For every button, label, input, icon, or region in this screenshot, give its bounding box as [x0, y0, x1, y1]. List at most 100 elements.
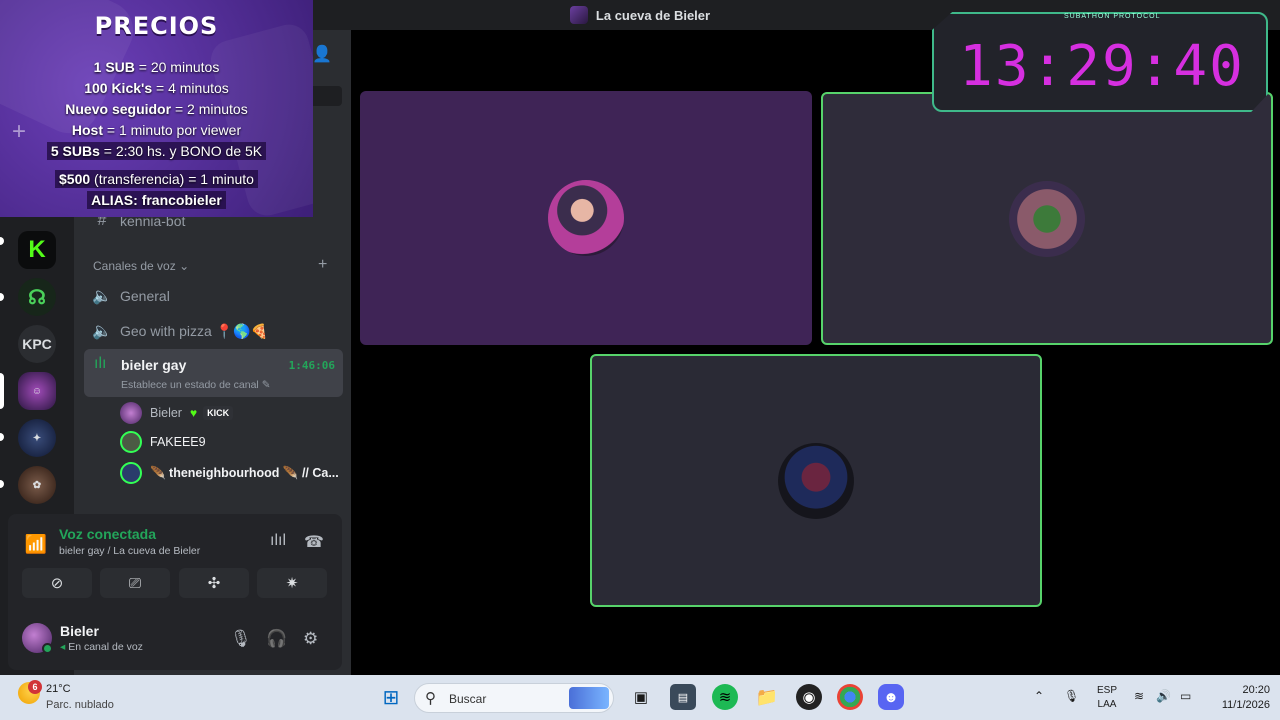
unread-pill: [0, 480, 4, 488]
subathon-time: 13:29:40: [959, 34, 1245, 99]
server-kpc[interactable]: KPC: [18, 325, 56, 363]
voice-status-icon: ◂: [60, 641, 66, 653]
notification-badge: 6: [28, 680, 42, 694]
wifi-icon[interactable]: ≋: [1134, 689, 1144, 703]
noise-suppression-icon[interactable]: ılıl: [270, 532, 286, 550]
server-bieler[interactable]: ☺: [18, 372, 56, 410]
headphones-icon[interactable]: 🎧: [266, 629, 287, 649]
app-icon[interactable]: ▤: [670, 684, 696, 710]
server-item[interactable]: ✦: [18, 419, 56, 457]
member-name: Bieler: [150, 406, 182, 420]
spotify-icon[interactable]: ≋: [712, 684, 738, 710]
participant-tile-speaking[interactable]: [821, 92, 1273, 345]
user-status: ◂ En canal de voz: [60, 641, 143, 653]
alien-icon: ☊: [28, 286, 46, 309]
camera-off-icon: ⊘: [50, 575, 64, 592]
taskbar-search[interactable]: ⚲ Buscar: [414, 683, 614, 713]
heart-icon: ♥: [189, 406, 198, 420]
weather-desc[interactable]: Parc. nublado: [46, 699, 114, 711]
taskbar-clock[interactable]: 20:20 11/1/2026: [1198, 683, 1270, 713]
avatar: [1009, 180, 1085, 257]
server-kick[interactable]: K: [18, 231, 56, 269]
soundboard-button[interactable]: ✷: [257, 568, 327, 598]
unread-pill: [0, 237, 4, 245]
user-name[interactable]: Bieler: [60, 623, 99, 639]
windows-start-icon[interactable]: ⊞: [378, 684, 404, 710]
clock-date: 11/1/2026: [1221, 699, 1270, 711]
server-avatar-icon: [569, 6, 588, 24]
participant-tile[interactable]: [360, 91, 812, 345]
prices-overlay: + PRECIOS 1 SUB = 20 minutos 100 Kick's …: [0, 0, 313, 217]
screen-share-button[interactable]: ⎚: [100, 568, 170, 598]
avatar: [120, 462, 142, 484]
price-line: Host = 1 minuto por viewer: [71, 122, 242, 138]
channel-status[interactable]: Establece un estado de canal ✎: [121, 379, 271, 391]
microphone-tray-icon[interactable]: 🎙: [1064, 689, 1079, 703]
activities-icon: ✣: [207, 575, 221, 592]
avatar: [120, 431, 142, 453]
battery-icon[interactable]: ▭: [1180, 689, 1191, 703]
channel-label: General: [120, 288, 170, 304]
overlay-title: PRECIOS: [94, 12, 219, 40]
server-icon: ✿: [32, 479, 42, 491]
voice-stage: [351, 30, 1280, 675]
voice-connected-title[interactable]: Voz conectada: [59, 526, 156, 542]
server-alien[interactable]: ☊: [18, 278, 56, 316]
price-line: 5 SUBs = 2:30 hs. y BONO de 5K: [0, 142, 313, 160]
language-indicator[interactable]: ESP LAA: [1097, 684, 1117, 712]
disconnect-icon[interactable]: ☎: [304, 532, 324, 552]
user-panel: Bieler ◂ En canal de voz 🎙 🎧 ⚙: [8, 604, 342, 670]
selected-pill: [0, 373, 4, 409]
file-explorer-icon[interactable]: 📁: [754, 684, 780, 710]
avatar: [120, 402, 142, 424]
speaker-lock-icon: 🔈: [92, 323, 112, 340]
gear-icon[interactable]: ⚙: [303, 629, 318, 649]
voice-member[interactable]: 🪶 theneighbourhood 🪶 // Ca...: [120, 462, 339, 484]
discord-icon[interactable]: ☻: [878, 684, 904, 710]
voice-channel-active[interactable]: ılı bieler gay 1:46:06 Establece un esta…: [84, 349, 343, 397]
chevron-up-icon[interactable]: ⌃: [1034, 689, 1044, 703]
pencil-icon: ✎: [261, 379, 271, 391]
online-status-dot: [42, 643, 53, 654]
soundboard-icon: ✷: [285, 575, 299, 592]
voice-member[interactable]: Bieler ♥ KICK: [120, 402, 234, 424]
channel-timer: 1:46:06: [288, 359, 335, 372]
bieler-server-icon: ☺: [31, 385, 43, 397]
avatar: [548, 180, 624, 256]
search-placeholder: Buscar: [449, 692, 487, 706]
weather-temp[interactable]: 21°C: [46, 683, 71, 695]
participant-tile-speaking[interactable]: [590, 354, 1042, 607]
obs-icon[interactable]: ◉: [796, 684, 822, 710]
channel-label: Geo with pizza 📍🌎🍕: [120, 322, 269, 339]
activities-button[interactable]: ✣: [179, 568, 249, 598]
voice-member[interactable]: FAKEEE9: [120, 431, 206, 453]
channel-label: bieler gay: [121, 357, 187, 373]
server-kpc-label: KPC: [22, 336, 52, 352]
avatar: [778, 442, 854, 519]
kick-icon: K: [28, 236, 46, 263]
volume-icon[interactable]: 🔊: [1156, 689, 1171, 703]
add-friend-icon[interactable]: 👤: [312, 44, 332, 64]
unread-pill: [0, 433, 4, 441]
window-title: La cueva de Bieler: [595, 7, 711, 23]
speaker-icon: 🔈: [92, 288, 112, 305]
server-icon: ✦: [32, 432, 42, 444]
voice-channel-general[interactable]: 🔈 General: [92, 286, 170, 306]
voice-connection-panel: 📶 Voz conectada bieler gay / La cueva de…: [8, 514, 342, 604]
unread-pill: [0, 293, 4, 301]
subathon-timer: SUBATHON PROTOCOL 13:29:40: [932, 12, 1268, 112]
microphone-icon[interactable]: 🎙: [230, 629, 252, 649]
task-view-icon[interactable]: ▣: [628, 684, 654, 710]
signal-icon[interactable]: 📶: [20, 528, 52, 560]
camera-off-button[interactable]: ⊘: [22, 568, 92, 598]
screen-share-icon: ⎚: [128, 574, 141, 592]
price-line: Nuevo seguidor = 2 minutos: [65, 101, 248, 117]
clock-time: 20:20: [1242, 684, 1270, 696]
price-line: 100 Kick's = 4 minutos: [84, 80, 229, 96]
server-item[interactable]: ✿: [18, 466, 56, 504]
voice-channels-header[interactable]: Canales de voz ⌄: [93, 259, 189, 273]
chrome-icon[interactable]: [837, 684, 863, 710]
subathon-label: SUBATHON PROTOCOL: [1064, 13, 1161, 20]
add-channel-icon[interactable]: +: [318, 256, 327, 274]
voice-channel-geo[interactable]: 🔈 Geo with pizza 📍🌎🍕: [92, 321, 268, 341]
